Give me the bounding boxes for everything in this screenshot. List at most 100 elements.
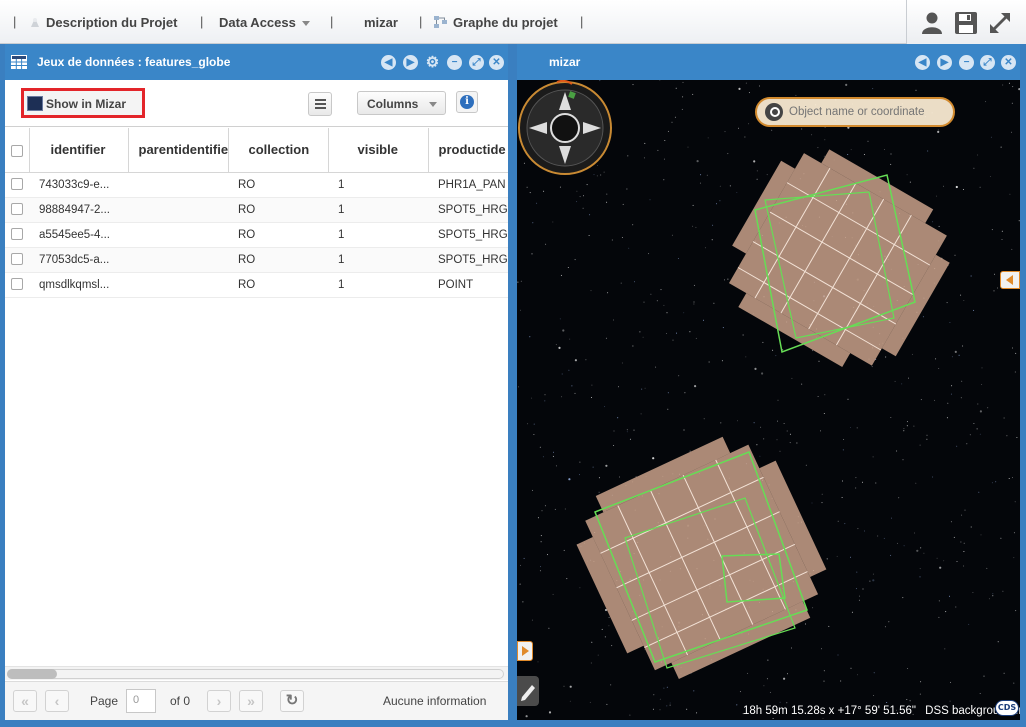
draw-tool-button[interactable] — [517, 676, 539, 706]
star — [1014, 501, 1016, 503]
star — [700, 174, 702, 176]
star — [812, 350, 814, 352]
star — [653, 694, 655, 696]
last-page-icon[interactable]: » — [239, 690, 263, 712]
star — [540, 541, 542, 543]
info-button[interactable]: i — [456, 91, 478, 113]
star — [906, 174, 908, 176]
star — [920, 547, 922, 549]
minimize-icon[interactable]: − — [447, 55, 462, 70]
compass-navigator[interactable] — [517, 80, 613, 176]
row-checkbox[interactable] — [11, 228, 23, 241]
star — [604, 636, 606, 638]
cds-logo[interactable]: CDS — [995, 700, 1019, 716]
previous-page-icon[interactable]: ‹ — [45, 690, 69, 712]
star — [885, 356, 887, 358]
previous-icon[interactable]: ◀ — [915, 55, 930, 70]
column-header-parentidentifier[interactable]: parentidentifier — [128, 128, 229, 173]
star — [598, 477, 600, 479]
table-row[interactable]: 77053dc5-a... RO 1 SPOT5_HRG — [5, 247, 508, 273]
star — [1001, 230, 1003, 232]
select-all-checkbox[interactable] — [11, 144, 23, 157]
close-icon[interactable]: ✕ — [1001, 55, 1016, 70]
table-row[interactable]: 98884947-2... RO 1 SPOT5_HRG — [5, 197, 508, 223]
previous-icon[interactable]: ◀ — [381, 55, 396, 70]
table-row[interactable]: a5545ee5-4... RO 1 SPOT5_HRG — [5, 222, 508, 248]
next-page-icon[interactable]: › — [207, 690, 231, 712]
row-checkbox[interactable] — [11, 278, 23, 291]
page-number-input[interactable]: 0 — [126, 689, 156, 713]
star — [772, 349, 774, 351]
row-checkbox[interactable] — [11, 203, 23, 216]
row-checkbox[interactable] — [11, 178, 23, 191]
maximize-icon[interactable]: ⤢ — [980, 55, 995, 70]
star — [547, 554, 548, 556]
gear-icon[interactable]: ⚙ — [425, 55, 440, 70]
column-header-collection[interactable]: collection — [228, 128, 329, 173]
footprint-cluster-upper[interactable] — [707, 131, 969, 387]
row-checkbox[interactable] — [11, 253, 23, 266]
star — [626, 429, 628, 431]
save-icon[interactable] — [953, 10, 979, 36]
search-input[interactable] — [787, 103, 947, 121]
star — [823, 670, 825, 672]
next-icon[interactable]: ▶ — [403, 55, 418, 70]
search-icon[interactable] — [765, 103, 783, 121]
column-header-productidentifier[interactable]: productide — [428, 128, 508, 173]
refresh-icon[interactable]: ↻ — [280, 690, 304, 712]
cell-parentidentifier — [128, 197, 228, 223]
close-icon[interactable]: ✕ — [489, 55, 504, 70]
star — [545, 243, 547, 245]
columns-button[interactable]: Columns — [357, 91, 446, 115]
next-icon[interactable]: ▶ — [937, 55, 952, 70]
menu-icon — [315, 99, 326, 101]
star — [845, 83, 848, 86]
star — [579, 461, 581, 463]
object-search[interactable] — [755, 97, 955, 127]
star — [736, 704, 738, 706]
select-all-checkbox-cell[interactable] — [5, 128, 30, 173]
star — [962, 189, 964, 190]
star — [548, 627, 550, 629]
menu-item-description-projet[interactable]: Description du Projet — [28, 15, 177, 30]
column-header-visible[interactable]: visible — [328, 128, 429, 173]
show-in-mizar-button[interactable]: Show in Mizar — [21, 88, 145, 118]
footprint-tile[interactable] — [728, 153, 947, 366]
scrollbar-thumb[interactable] — [7, 669, 57, 679]
side-tab-open-left[interactable] — [517, 641, 533, 661]
star — [674, 116, 676, 118]
star — [908, 377, 909, 379]
star — [605, 464, 608, 467]
star — [995, 481, 997, 483]
footprint-cluster-lower[interactable] — [561, 421, 842, 694]
star — [559, 318, 561, 320]
horizontal-scrollbar[interactable] — [5, 666, 508, 680]
star — [613, 430, 615, 432]
star — [541, 510, 543, 512]
star — [722, 327, 724, 329]
table-row[interactable]: qmsdlkqmsl... RO 1 POINT — [5, 272, 508, 298]
column-header-identifier[interactable]: identifier — [29, 128, 129, 173]
scrollbar-track[interactable] — [7, 669, 504, 679]
star — [663, 304, 665, 306]
sky-map[interactable]: 18h 59m 15.28s x +17° 59' 51.56" DSS bac… — [517, 80, 1020, 720]
user-icon[interactable] — [919, 10, 945, 36]
star — [872, 456, 874, 458]
menu-item-data-access[interactable]: Data Access — [219, 15, 310, 30]
maximize-icon[interactable]: ⤢ — [469, 55, 484, 70]
star — [621, 362, 623, 364]
expand-icon[interactable] — [987, 10, 1013, 36]
star — [919, 444, 921, 446]
star — [747, 672, 749, 674]
star — [909, 181, 911, 183]
menu-button[interactable] — [308, 92, 332, 116]
minimize-icon[interactable]: − — [959, 55, 974, 70]
menu-item-mizar[interactable]: mizar — [364, 15, 398, 30]
table-row[interactable]: 743033c9-e... RO 1 PHR1A_PAN — [5, 172, 508, 198]
star — [663, 687, 665, 689]
menu-item-graphe-projet[interactable]: Graphe du projet — [433, 15, 558, 30]
sky-canvas[interactable] — [517, 80, 1020, 720]
star — [555, 344, 557, 346]
side-tab-open-right[interactable] — [1000, 271, 1020, 289]
first-page-icon[interactable]: « — [13, 690, 37, 712]
